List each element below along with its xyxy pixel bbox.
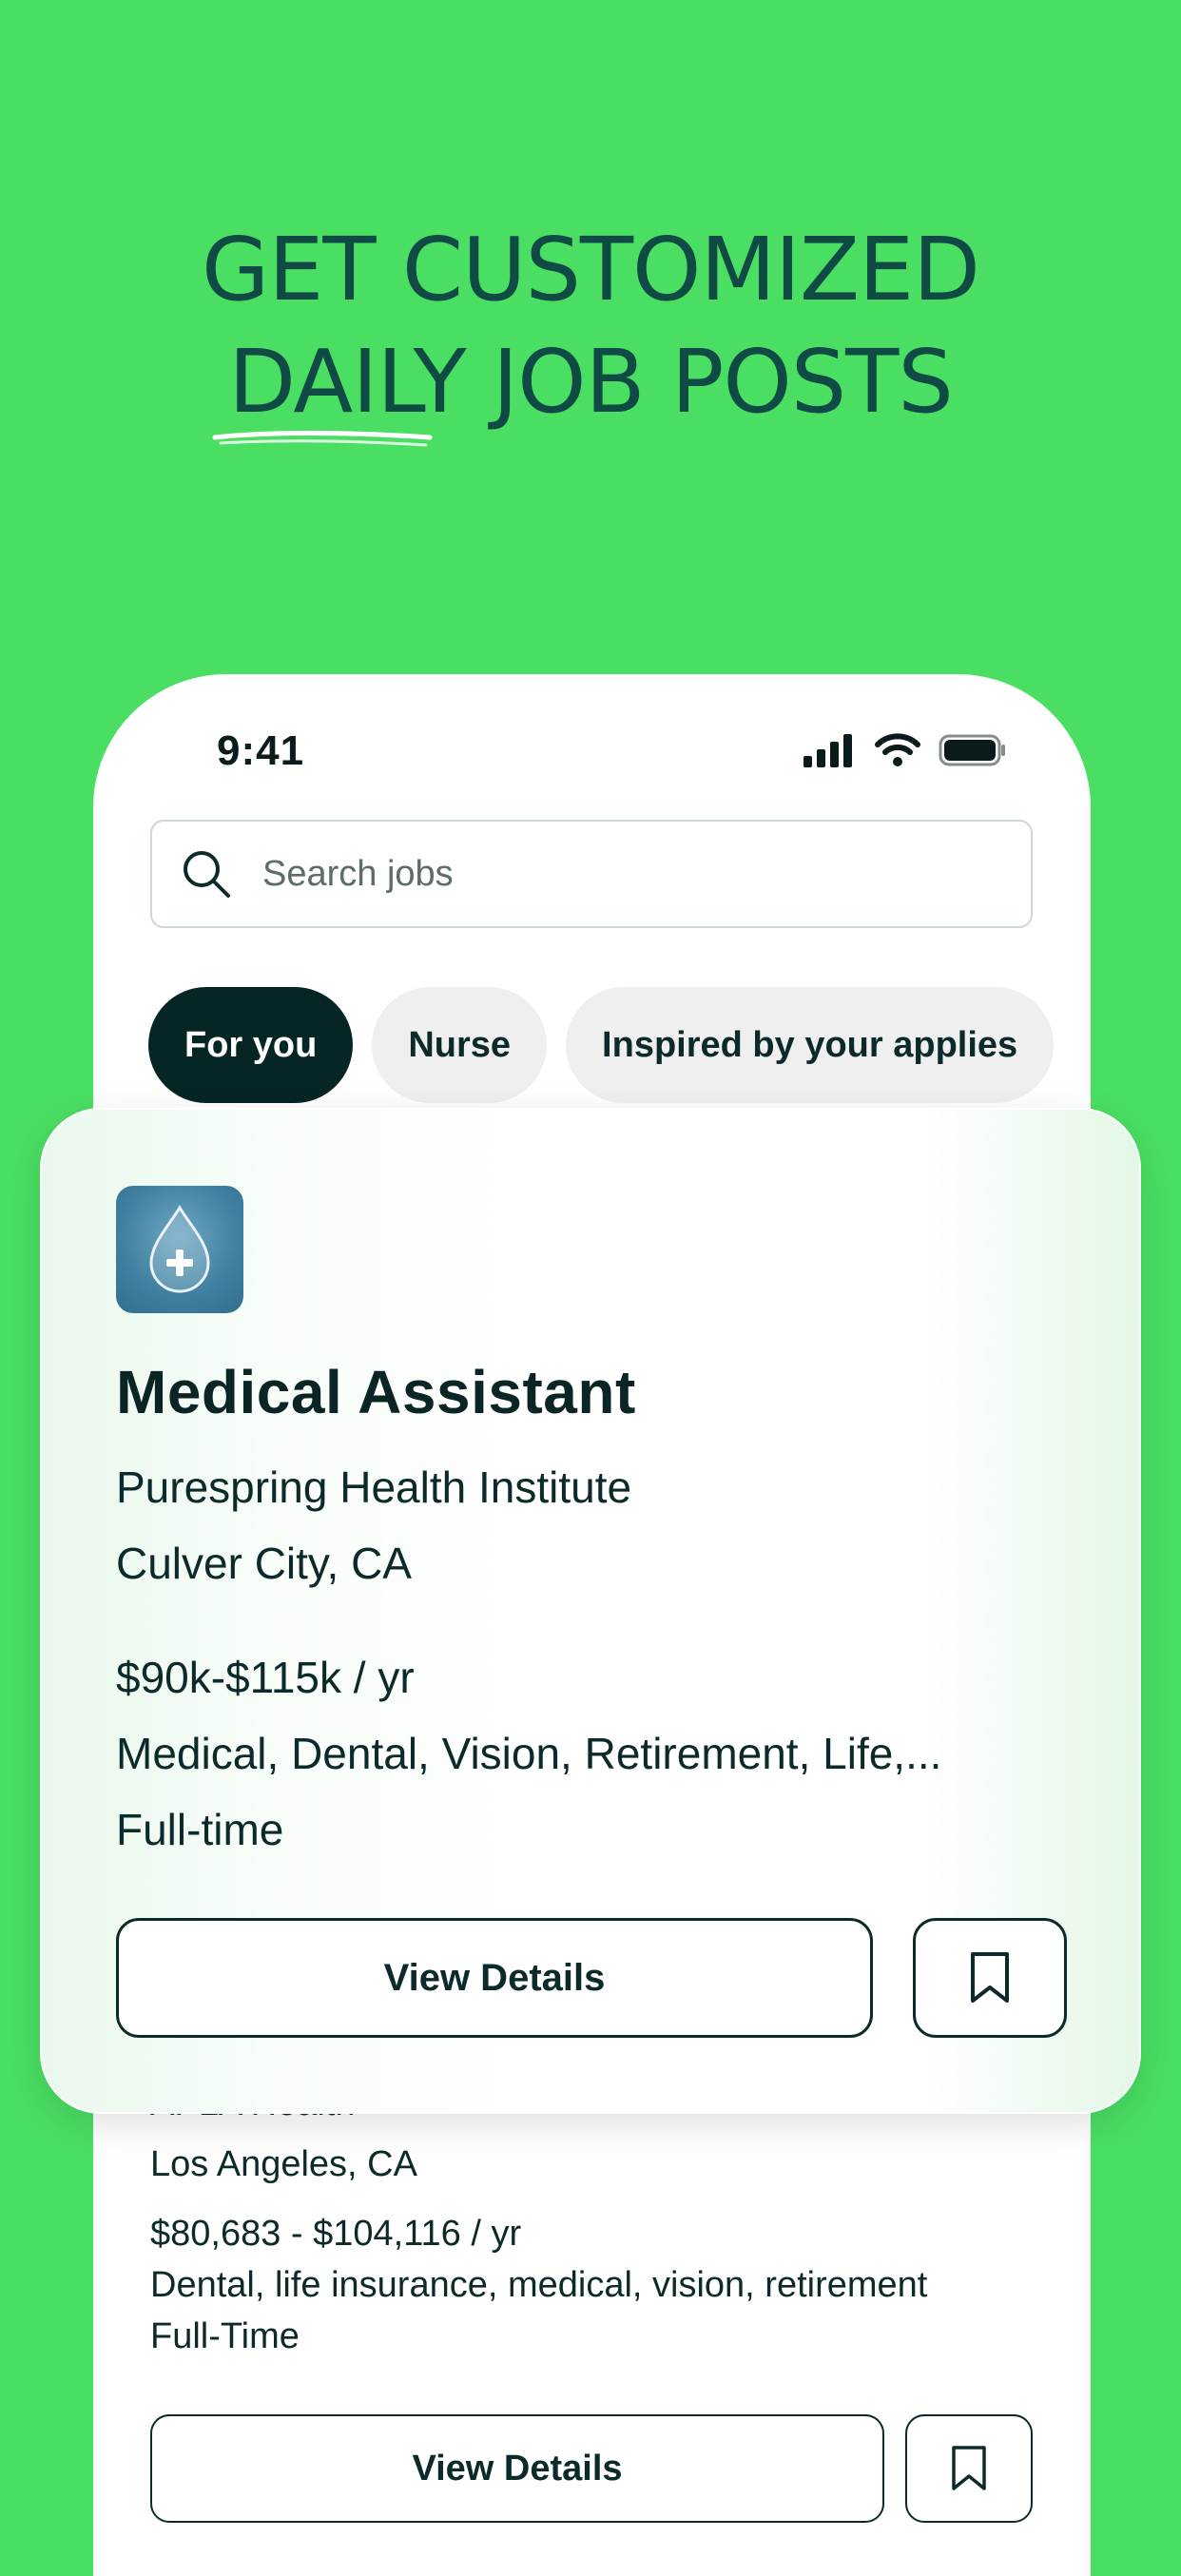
promo-headline: GET CUSTOMIZED DAILY JOB POSTS [0,214,1181,438]
job-benefits: Medical, Dental, Vision, Retirement, Lif… [116,1729,942,1778]
view-details-button[interactable]: View Details [116,1918,873,2038]
next-job-type: Full-Time [150,2316,300,2356]
filter-chips: For you Nurse Inspired by your applies [148,987,1055,1103]
company-logo [116,1186,243,1313]
drop-plus-icon [149,1205,210,1293]
job-type: Full-time [116,1805,284,1854]
chip-inspired-by-applies[interactable]: Inspired by your applies [566,987,1055,1103]
chip-nurse[interactable]: Nurse [372,987,548,1103]
brush-underline-icon [212,431,433,447]
job-salary: $90k-$115k / yr [116,1653,415,1702]
next-job-location: Los Angeles, CA [150,2144,417,2184]
battery-icon [939,734,1005,766]
featured-job-card[interactable]: Medical Assistant Purespring Health Inst… [40,1108,1141,2114]
job-title: Medical Assistant [116,1358,636,1426]
next-job-benefits: Dental, life insurance, medical, vision,… [150,2265,928,2305]
search-icon [184,851,230,898]
cellular-signal-icon [803,734,852,767]
search-bar[interactable] [150,820,1033,928]
bookmark-icon [971,1952,1009,2003]
next-job-bookmark-button[interactable] [905,2414,1033,2523]
job-company: Purespring Health Institute [116,1462,632,1512]
wifi-icon [875,733,920,766]
headline-line-1: GET CUSTOMIZED [202,219,980,320]
bookmark-icon [952,2446,986,2490]
status-icons [802,731,1007,769]
job-location: Culver City, CA [116,1539,412,1588]
headline-line-2: DAILY JOB POSTS [228,331,954,433]
search-input[interactable] [261,852,930,896]
bookmark-button[interactable] [913,1918,1067,2038]
status-time: 9:41 [217,727,305,774]
next-job-view-details-button[interactable]: View Details [150,2414,884,2523]
next-job-salary: $80,683 - $104,116 / yr [150,2214,522,2254]
chip-for-you[interactable]: For you [148,987,354,1103]
